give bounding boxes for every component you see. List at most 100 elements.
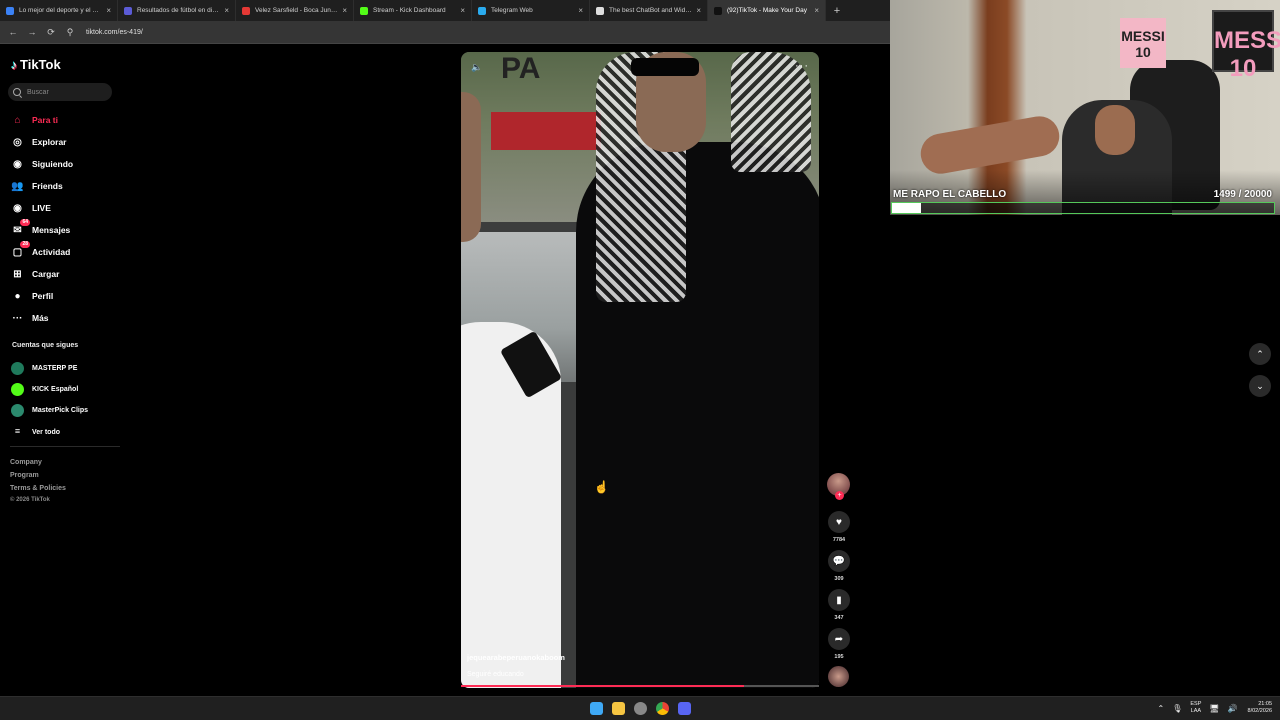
nav-item-friends[interactable]: 👥 Friends [11, 178, 62, 194]
address-bar: ← → ⟳ ⚲ tiktok.com/es-419/ [0, 21, 890, 43]
browser-tab[interactable]: (92)TikTok - Make Your Day × [708, 0, 826, 21]
site-info-icon[interactable]: ⚲ [63, 27, 77, 38]
browser-tab-bar: Lo mejor del deporte y el entre × Resultad… [0, 0, 890, 21]
share-count: 195 [834, 654, 844, 660]
tray-chevron-icon[interactable]: ⌃ [1158, 704, 1165, 713]
video-sunglasses [631, 58, 699, 76]
video-banner-graphic [491, 112, 601, 150]
music-disc-icon[interactable] [828, 666, 849, 687]
nav-item-actividad[interactable]: ▢ 28 Actividad [11, 240, 71, 260]
search-input[interactable] [27, 88, 107, 96]
tab-close-icon[interactable]: × [696, 6, 701, 15]
heart-icon[interactable]: ♥ [828, 511, 850, 533]
nav-item-más[interactable]: ··· Más [11, 310, 49, 326]
follow-plus-icon[interactable]: + [835, 491, 844, 500]
next-video-button[interactable]: ⌄ [1249, 375, 1271, 397]
browser-tab[interactable]: Lo mejor del deporte y el entre × [0, 0, 118, 21]
browser-tab[interactable]: Stream - Kick Dashboard × [354, 0, 472, 21]
poster-small: MESSI 10 [1120, 18, 1166, 68]
nav-item-label: Para ti [32, 115, 58, 125]
tab-close-icon[interactable]: × [814, 6, 819, 15]
nav-item-label: Explorar [32, 137, 67, 147]
tab-favicon-icon [360, 6, 368, 15]
nav-item-explorar[interactable]: ◎ Explorar [11, 134, 67, 150]
chrome-icon[interactable] [656, 702, 669, 715]
tiktok-logo[interactable]: ♪ TikTok [11, 57, 61, 72]
nav-item-perfil[interactable]: ● Perfil [11, 288, 53, 304]
video-player[interactable]: PA 🔈 ··· jequearabeperuanokaboom Seguiré… [461, 52, 819, 688]
goal-count: 1499 / 20000 [1213, 189, 1272, 200]
search-box[interactable] [8, 83, 112, 101]
video-second-person-head [461, 92, 481, 242]
browser-tab[interactable]: Velez Sarsfield - Boca Juniors (× [236, 0, 354, 21]
comment-icon[interactable]: 💬 [828, 550, 850, 572]
file-explorer-icon[interactable] [612, 702, 625, 715]
discord-icon[interactable] [678, 702, 691, 715]
browser-tab[interactable]: The best ChatBot and Widgets × [590, 0, 708, 21]
url-text[interactable]: tiktok.com/es-419/ [86, 29, 143, 36]
like-action[interactable]: ♥ 7784 [827, 511, 851, 543]
tab-label: Resultados de fútbol en directo [137, 7, 221, 14]
webcam-overlay: MESSI 10 MESSI 10 ME RAPO EL CABELLO 149… [890, 0, 1280, 215]
video-username[interactable]: jequearabeperuanokaboom [467, 653, 565, 662]
forward-icon[interactable]: → [25, 27, 39, 37]
volume-icon[interactable]: 🔊 [1228, 704, 1238, 713]
language-indicator[interactable]: ESP LAA [1190, 701, 1201, 715]
goal-progress-fill [892, 203, 921, 213]
reload-icon[interactable]: ⟳ [44, 27, 58, 38]
nav-item-mensajes[interactable]: ✉ 64 Mensajes [11, 218, 70, 238]
following-title: Cuentas que sigues [12, 342, 79, 349]
following-item[interactable]: MasterPick Clips [11, 403, 88, 417]
save-action[interactable]: ▮ 347 [827, 589, 851, 621]
clock-time: 21:05 [1258, 701, 1272, 707]
tab-close-icon[interactable]: × [224, 6, 229, 15]
share-icon[interactable]: ➦ [828, 628, 850, 650]
tab-close-icon[interactable]: × [460, 6, 465, 15]
upload-icon: ⊞ [13, 268, 22, 280]
following-item[interactable]: ≡ Ver todo [11, 425, 60, 439]
lang-top: ESP [1190, 701, 1202, 707]
nav-item-siguiendo[interactable]: ◉ Siguiendo [11, 156, 73, 172]
nav-item-label: Perfil [32, 291, 54, 301]
logo-text: TikTok [20, 57, 61, 72]
share-action[interactable]: ➦ 195 [827, 628, 851, 660]
back-icon[interactable]: ← [6, 27, 20, 37]
friends-icon: 👥 [11, 180, 24, 192]
video-progress-bar[interactable] [461, 685, 819, 687]
bookmark-icon[interactable]: ▮ [828, 589, 850, 611]
notification-badge: 64 [20, 218, 30, 226]
nav-item-para-ti[interactable]: ⌂ Para ti [11, 112, 58, 128]
tab-close-icon[interactable]: × [342, 6, 347, 15]
tab-label: Lo mejor del deporte y el entre [19, 7, 103, 14]
tab-close-icon[interactable]: × [106, 6, 111, 15]
nav-item-cargar[interactable]: ⊞ Cargar [11, 266, 59, 282]
nav-item-label: Siguiendo [32, 159, 74, 169]
new-tab-button[interactable]: + [826, 0, 848, 21]
browser-tab[interactable]: Telegram Web × [472, 0, 590, 21]
video-description: Seguiré educando [467, 671, 524, 678]
following-icon: ◉ [13, 158, 22, 170]
clock[interactable]: 21:05 8/02/2026 [1248, 701, 1272, 715]
comment-action[interactable]: 💬 309 [827, 550, 851, 582]
following-item[interactable]: KICK Español [11, 382, 78, 396]
webcam-face [1095, 105, 1135, 155]
tab-label: Velez Sarsfield - Boca Juniors ( [255, 7, 339, 14]
footer-link[interactable]: Terms & Policies [10, 485, 66, 492]
previous-video-button[interactable]: ⌃ [1249, 343, 1271, 365]
compass-icon: ◎ [13, 136, 22, 148]
webcam-leg [917, 113, 1063, 177]
nav-item-live[interactable]: ◉ LIVE [11, 200, 51, 216]
sound-icon[interactable]: 🔈 [471, 62, 482, 73]
nav-item-label: Actividad [32, 247, 71, 257]
browser-tab[interactable]: Resultados de fútbol en directo × [118, 0, 236, 21]
settings-icon[interactable] [634, 702, 647, 715]
network-icon[interactable]: 🖥 [1209, 704, 1219, 713]
footer-link[interactable]: Program [10, 472, 39, 479]
avatar [11, 361, 24, 375]
microphone-icon[interactable]: 🎙 [1172, 704, 1182, 713]
windows-start-icon[interactable] [590, 702, 603, 715]
following-item[interactable]: MASTERP PE [11, 361, 77, 375]
tab-close-icon[interactable]: × [578, 6, 583, 15]
more-options-icon[interactable]: ··· [795, 60, 809, 72]
footer-link[interactable]: Company [10, 459, 42, 466]
